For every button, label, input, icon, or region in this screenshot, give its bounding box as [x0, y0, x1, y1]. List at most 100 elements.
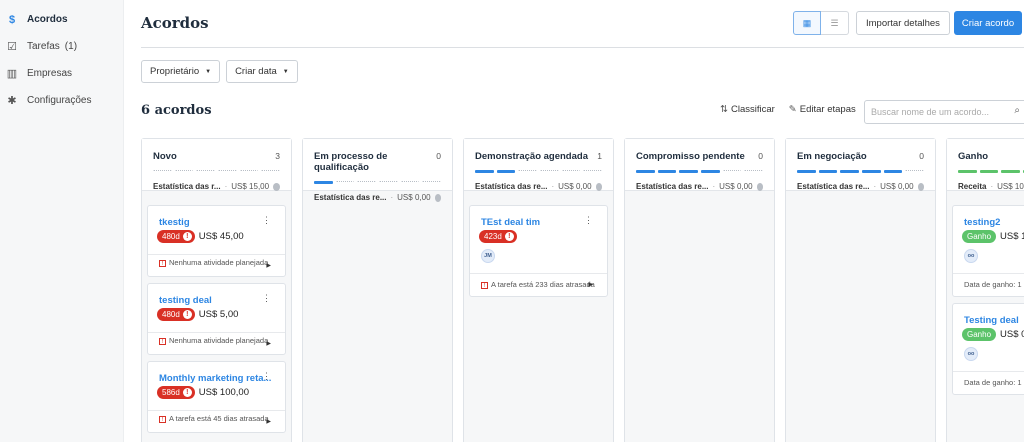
- deal-name-link[interactable]: Testing deal: [964, 315, 1019, 326]
- pipeline-column: Novo 3 Estatística das r... · US$ 15,00 tkest…: [141, 138, 292, 442]
- column-title-row: Ganho: [958, 151, 1024, 162]
- owner-avatar[interactable]: JM: [481, 249, 495, 263]
- more-options-icon[interactable]: ⋮: [584, 215, 593, 226]
- deal-card[interactable]: Testing deal Ganho US$ 0 oo Data de ganho: 1: [952, 303, 1024, 395]
- column-title-row: Em processo de qualificação 0: [314, 151, 441, 173]
- board-view-button[interactable]: ▦: [793, 11, 821, 35]
- create-deal-button[interactable]: Criar acordo: [954, 11, 1022, 35]
- deal-card-footer[interactable]: Data de ganho: 1: [953, 273, 1024, 296]
- main-content: Acordos ▦ ☰ Importar detalhes Criar acor…: [124, 0, 1024, 442]
- stat-value: US$ 0,00: [719, 182, 753, 191]
- stage-progress-segment: [583, 170, 603, 173]
- column-count: 0: [919, 151, 924, 161]
- chevron-right-icon[interactable]: ▶: [588, 281, 593, 290]
- stage-progress-segment: [518, 170, 538, 173]
- stat-label: Estatística das re...: [314, 193, 387, 202]
- column-header: Em processo de qualificação 0 Estatística …: [303, 139, 452, 202]
- warning-icon: !: [159, 415, 166, 423]
- sidebar-item-empresas[interactable]: ▥ Empresas: [0, 60, 123, 87]
- deal-name-link[interactable]: testing2: [964, 217, 1000, 228]
- create-date-filter[interactable]: Criar data ▼: [226, 60, 298, 83]
- deal-card[interactable]: testing deal ⋮ 480d! US$ 5,00! Nenhuma ativi…: [147, 283, 286, 355]
- stage-progress-segment: [400, 181, 420, 184]
- chevron-right-icon[interactable]: ▶: [266, 340, 271, 349]
- deals-count-title: 6 acordos: [141, 103, 212, 118]
- alert-icon: !: [182, 232, 192, 241]
- info-icon[interactable]: [273, 182, 280, 191]
- column-count: 0: [436, 151, 441, 161]
- building-icon: ▥: [6, 68, 18, 80]
- separator: ·: [873, 182, 877, 191]
- deal-card[interactable]: tkestig ⋮ 480d! US$ 45,00! Nenhuma atividade…: [147, 205, 286, 277]
- column-count: 1: [597, 151, 602, 161]
- stage-progress-segment: [979, 170, 999, 173]
- stage-progress: [797, 170, 925, 173]
- search-icon[interactable]: ⌕: [1014, 105, 1020, 116]
- deal-name-link[interactable]: testing deal: [159, 295, 212, 306]
- edit-stages-button[interactable]: ✎ Editar etapas: [789, 104, 856, 115]
- won-status-badge: Ganho: [962, 230, 997, 243]
- calendar-check-icon: ☑: [7, 41, 17, 53]
- chevron-right-icon[interactable]: ▶: [266, 418, 271, 427]
- owner-avatar[interactable]: oo: [964, 347, 978, 361]
- stage-progress-segment: [357, 181, 377, 184]
- stage-progress-segment: [540, 170, 559, 173]
- task-count-badge: (1): [64, 41, 78, 52]
- owner-avatar[interactable]: oo: [964, 249, 978, 263]
- chevron-right-icon[interactable]: ▶: [266, 262, 271, 271]
- info-icon[interactable]: [917, 182, 924, 191]
- pipeline-column: Em processo de qualificação 0 Estatística …: [302, 138, 453, 442]
- deal-name-link[interactable]: tkestig: [159, 217, 190, 228]
- owner-filter-label: Proprietário: [150, 66, 200, 77]
- info-icon[interactable]: [434, 193, 441, 202]
- column-title: Ganho: [958, 151, 989, 162]
- edit-stages-label: Editar etapas: [799, 104, 856, 115]
- column-header: Em negociação 0 Estatística das re... · US$ …: [786, 139, 935, 191]
- pipeline-column: Compromisso pendente 0 Estatística das re.…: [624, 138, 775, 442]
- warning-icon: !: [159, 337, 166, 345]
- owner-filter[interactable]: Proprietário ▼: [141, 60, 221, 83]
- column-title-row: Novo 3: [153, 151, 280, 162]
- footer-text: Data de ganho: 1: [964, 378, 1022, 387]
- deal-name-link[interactable]: TEst deal tim: [481, 217, 540, 228]
- deal-card-list: tkestig ⋮ 480d! US$ 45,00! Nenhuma atividade…: [142, 191, 291, 433]
- alert-icon: !: [182, 310, 192, 319]
- stage-progress-segment: [196, 170, 216, 173]
- info-icon[interactable]: [595, 182, 602, 191]
- column-stats: Estatística das re... · US$ 0,00: [314, 193, 441, 202]
- deal-card[interactable]: Monthly marketing reta... ⋮ 586d! US$ 100,0…: [147, 361, 286, 433]
- separator: ·: [390, 193, 394, 202]
- days-in-stage-badge: 586d!: [157, 386, 195, 399]
- deal-card-footer[interactable]: Data de ganho: 1: [953, 371, 1024, 394]
- list-view-button[interactable]: ☰: [821, 11, 849, 35]
- deal-card-footer[interactable]: ! A tarefa está 45 dias atrasada ▶: [148, 410, 285, 432]
- grid-icon: ▦: [802, 17, 812, 28]
- more-options-icon[interactable]: ⋮: [262, 293, 271, 304]
- column-stats: Receita · US$ 10: [958, 182, 1024, 191]
- view-toggle: ▦ ☰: [793, 11, 849, 35]
- search-input[interactable]: [871, 107, 1001, 117]
- footer-text: A tarefa está 233 dias atrasada: [491, 280, 595, 289]
- deal-card[interactable]: TEst deal tim ⋮ 423d! JM! A tarefa está 233 …: [469, 205, 608, 297]
- column-stats: Estatística das r... · US$ 15,00: [153, 182, 280, 191]
- pipeline-column: Ganho Receita · US$ 10 testing2 Ganho US$ 1 oo D…: [946, 138, 1024, 442]
- import-details-button[interactable]: Importar detalhes: [856, 11, 950, 35]
- sidebar-item-tarefas[interactable]: ☑ Tarefas (1): [0, 33, 123, 60]
- sort-button[interactable]: ⇅ Classificar: [720, 104, 775, 115]
- info-icon[interactable]: [756, 182, 763, 191]
- footer-text: Data de ganho: 1: [964, 280, 1022, 289]
- sidebar-item-configuracoes[interactable]: ✱ Configurações: [0, 87, 123, 114]
- stat-value: US$ 0,00: [397, 193, 431, 202]
- more-options-icon[interactable]: ⋮: [262, 371, 271, 382]
- deal-name-link[interactable]: Monthly marketing reta...: [159, 373, 271, 384]
- deal-card[interactable]: testing2 Ganho US$ 1 oo Data de ganho: 1: [952, 205, 1024, 297]
- deal-card-footer[interactable]: ! A tarefa está 233 dias atrasada ▶: [470, 273, 607, 296]
- deal-card-footer[interactable]: ! Nenhuma atividade planejada ▶: [148, 332, 285, 354]
- stat-value: US$ 0,00: [880, 182, 914, 191]
- separator: ·: [224, 182, 228, 191]
- sidebar-item-acordos[interactable]: $ Acordos: [0, 6, 123, 33]
- stage-progress-segment: [561, 170, 581, 173]
- column-header: Ganho Receita · US$ 10: [947, 139, 1024, 191]
- deal-card-footer[interactable]: ! Nenhuma atividade planejada ▶: [148, 254, 285, 276]
- more-options-icon[interactable]: ⋮: [262, 215, 271, 226]
